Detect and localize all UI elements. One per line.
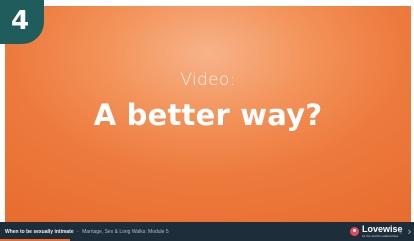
caption-title: When to be sexually intimate bbox=[5, 228, 74, 235]
chevron-left-icon[interactable]: ‹ bbox=[396, 225, 405, 238]
slide-subtitle: Video: bbox=[180, 70, 236, 90]
slide-number-badge: 4 bbox=[0, 0, 44, 44]
caption-course: Marriage, Sex & Long Walks: Module 5 bbox=[82, 228, 169, 235]
caption-separator: · bbox=[77, 228, 79, 235]
brand-logo: Lovewise for the world's relationships bbox=[350, 224, 403, 239]
slide: Video: A better way? bbox=[5, 6, 411, 222]
slide-caption: When to be sexually intimate · Marriage,… bbox=[5, 229, 169, 235]
presentation-frame: Video: A better way? 4 When to be sexual… bbox=[0, 0, 414, 241]
chevron-right-icon[interactable]: › bbox=[405, 225, 414, 238]
slide-title: A better way? bbox=[93, 98, 323, 132]
heart-icon bbox=[350, 227, 359, 236]
slide-number: 4 bbox=[10, 5, 30, 36]
